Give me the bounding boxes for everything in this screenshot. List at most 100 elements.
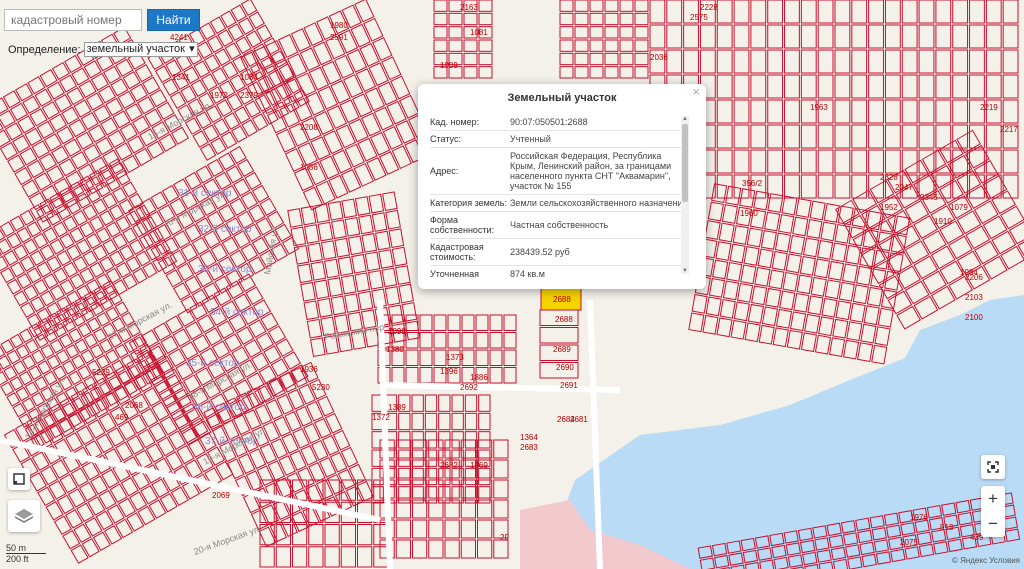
- parcel-number: 2208: [300, 123, 318, 132]
- parcel-number: 1389: [388, 403, 406, 412]
- scrollbar-thumb[interactable]: [682, 124, 688, 202]
- parcel-number: 2217: [1000, 125, 1018, 134]
- parcel-number: 5230: [312, 383, 330, 392]
- parcel-number: 1936: [300, 365, 318, 374]
- parcel-number: 2692: [460, 383, 478, 392]
- info-row-status: Статус: Учтенный: [430, 131, 688, 148]
- scroll-up-icon[interactable]: ▲: [681, 116, 689, 122]
- parcel-number: 1069: [470, 461, 488, 470]
- info-row-ownership: Форма собственности: Частная собственнос…: [430, 212, 688, 239]
- parcel-number: 469: [115, 413, 129, 422]
- ruler-button[interactable]: [8, 468, 30, 490]
- parcel-number: 2683: [520, 443, 538, 452]
- info-label: Кадастровая стоимость:: [430, 242, 484, 262]
- parcel-number: 2163: [460, 3, 478, 12]
- close-icon[interactable]: ×: [692, 84, 700, 99]
- layers-icon: [14, 509, 34, 523]
- parcel-number: 2591: [330, 33, 348, 42]
- parcel-number: 2345: [920, 193, 938, 202]
- parcel-number: 2036: [650, 53, 668, 62]
- parcel-number: 1910: [934, 217, 952, 226]
- parcel-number: 2219: [980, 103, 998, 112]
- parcel-number: 356/2: [742, 179, 763, 188]
- zoom-control: + −: [981, 486, 1005, 537]
- info-label: Кад. номер:: [430, 117, 480, 127]
- info-label: Статус:: [430, 134, 461, 144]
- parcel-number: 2103: [965, 293, 983, 302]
- info-label: Категория земель:: [430, 198, 507, 208]
- parcel-number: 2691: [560, 381, 578, 390]
- parcel-number: 1886: [470, 373, 488, 382]
- parcel-number: 2575: [690, 13, 708, 22]
- popup-body[interactable]: Кад. номер: 90:07:050501:2688 Статус: Уч…: [430, 114, 688, 278]
- layers-button[interactable]: [8, 500, 40, 532]
- parcel-number: 1972: [210, 91, 228, 100]
- scale-feet: 200 ft: [6, 554, 29, 564]
- info-value: 238439.52 руб: [510, 247, 570, 257]
- parcel-number: 2100: [965, 313, 983, 322]
- parcel-number: 2689: [553, 345, 571, 354]
- scale-bar: 50 m 200 ft: [6, 543, 46, 564]
- parcel-number: 1086: [300, 163, 318, 172]
- definition-label: Определение:: [8, 43, 81, 56]
- zoom-out-button[interactable]: −: [988, 512, 998, 537]
- parcel-number: 2099: [388, 327, 406, 336]
- parcel-number: 1909: [440, 61, 458, 70]
- parcel-number: 1963: [810, 103, 828, 112]
- sector-label: 36-й сектор: [192, 402, 246, 413]
- parcel-number: 1364: [520, 433, 538, 442]
- info-row-cadastral-value: Кадастровая стоимость: 238439.52 руб: [430, 239, 688, 266]
- definition-select[interactable]: земельный участок ▾: [83, 42, 198, 57]
- expand-icon: [987, 461, 999, 473]
- parcel-number: 4241: [170, 33, 188, 42]
- definition-row: Определение: земельный участок ▾: [8, 42, 198, 57]
- parcel-number: 2047: [895, 183, 913, 192]
- parcel-number: 1952: [880, 203, 898, 212]
- parcel-number: 1976: [910, 513, 928, 522]
- parcel-number: 2228: [700, 3, 718, 12]
- parcel-info-popup: Земельный участок × Кад. номер: 90:07:05…: [418, 84, 706, 289]
- scroll-down-icon[interactable]: ▼: [681, 268, 689, 274]
- parcel-number: 1341: [172, 73, 190, 82]
- info-row-land-category: Категория земель: Земли сельскохозяйстве…: [430, 195, 688, 212]
- parcel-number: 1084: [240, 73, 258, 82]
- parcel-number: 2328: [880, 173, 898, 182]
- parcel-number: 513: [940, 523, 954, 532]
- info-value: Частная собственность: [510, 220, 609, 230]
- info-label: Адрес:: [430, 166, 459, 176]
- ruler-icon: [13, 473, 25, 485]
- info-row-area: Уточненная 874 кв.м: [430, 266, 688, 278]
- parcel-number: 2069: [212, 491, 230, 500]
- fullscreen-button[interactable]: [981, 455, 1005, 479]
- parcel-number: 1373: [446, 353, 464, 362]
- parcel-number: 2068: [125, 401, 143, 410]
- parcel-number: 1396: [440, 367, 458, 376]
- popup-title: Земельный участок: [507, 92, 617, 104]
- info-label: Уточненная: [430, 269, 480, 278]
- info-value: Учтенный: [510, 134, 551, 144]
- parcel-number: 1980: [330, 21, 348, 30]
- sector-label: 31-й сектор: [178, 188, 232, 199]
- search-button[interactable]: Найти: [147, 9, 200, 31]
- sector-label: 34-й сектор: [210, 307, 264, 318]
- chevron-down-icon: ▾: [189, 43, 195, 55]
- selected-parcel-label: 2688: [553, 295, 571, 304]
- parcel-number: 1960: [740, 209, 758, 218]
- sector-label: 33-й сектор: [198, 264, 252, 275]
- parcel-number: 2688: [555, 315, 573, 324]
- zoom-in-button[interactable]: +: [988, 487, 998, 512]
- parcel-number: 2075: [900, 538, 918, 547]
- popup-scrollbar[interactable]: ▲ ▼: [681, 116, 689, 274]
- scale-meters: 50 m: [6, 543, 46, 554]
- parcel-number: 1079: [950, 203, 968, 212]
- parcel-number: 5229: [92, 368, 110, 377]
- parcel-number: 29: [500, 533, 509, 542]
- sector-label: 37-й сектор: [205, 436, 259, 447]
- definition-selected-value: земельный участок: [86, 43, 185, 55]
- parcel-number: 1081: [470, 28, 488, 37]
- search-input[interactable]: [4, 9, 142, 31]
- parcel-number: 1984: [960, 268, 978, 277]
- info-value: Земли сельскохозяйственного назначения: [510, 198, 688, 208]
- parcel-number: 2379: [240, 91, 258, 100]
- parcel-number: 1380: [386, 345, 404, 354]
